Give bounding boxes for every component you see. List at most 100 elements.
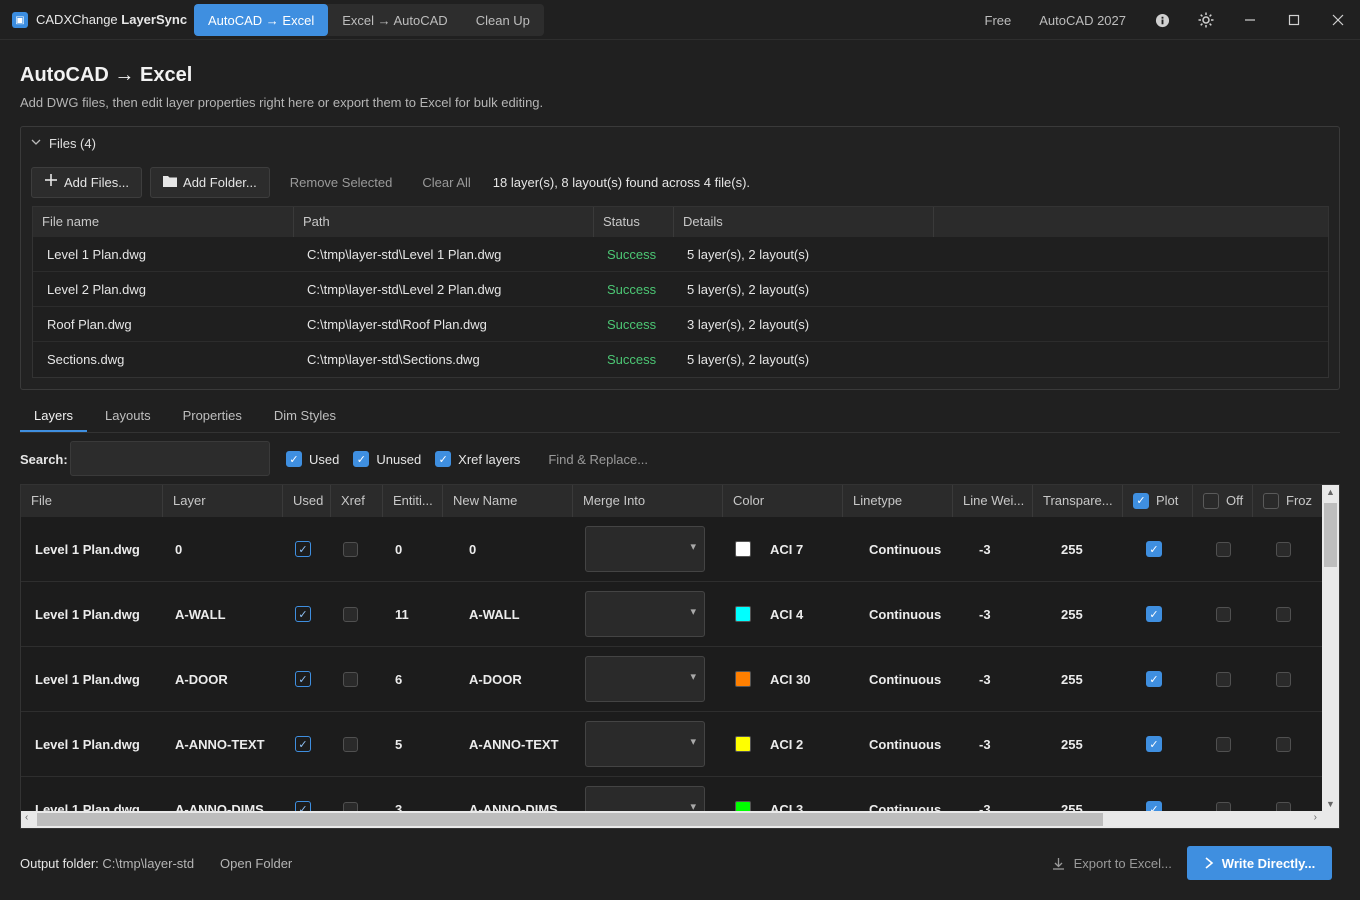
cell-transparency[interactable]: 255: [1033, 542, 1123, 557]
off-checkbox[interactable]: [1193, 736, 1253, 752]
merge-into-dropdown[interactable]: [585, 526, 705, 572]
new-name-input[interactable]: A-WALL: [443, 607, 573, 622]
unused-filter-checkbox[interactable]: ✓ Unused: [353, 451, 421, 467]
column-header-merge-into[interactable]: Merge Into: [573, 485, 723, 517]
new-name-input[interactable]: A-ANNO-DIMS: [443, 802, 573, 812]
scroll-left-icon[interactable]: ‹: [25, 812, 28, 823]
color-cell[interactable]: ACI 7: [723, 541, 843, 557]
table-row[interactable]: Level 1 Plan.dwg A-ANNO-DIMS ✓ 3 A-ANNO-DIMS…: [21, 777, 1323, 811]
column-header-path[interactable]: Path: [294, 207, 594, 237]
tab-layouts[interactable]: Layouts: [87, 402, 169, 432]
column-header-status[interactable]: Status: [594, 207, 674, 237]
off-checkbox[interactable]: [1193, 671, 1253, 687]
frozen-checkbox[interactable]: [1253, 606, 1323, 622]
frozen-checkbox[interactable]: [1253, 736, 1323, 752]
xref-checkbox[interactable]: [331, 736, 383, 752]
checkbox-unchecked-icon[interactable]: [1203, 493, 1219, 509]
color-cell[interactable]: ACI 4: [723, 606, 843, 622]
cell-linetype[interactable]: Continuous: [843, 737, 953, 752]
find-replace-button[interactable]: Find & Replace...: [548, 452, 648, 467]
tab-dim-styles[interactable]: Dim Styles: [256, 402, 354, 432]
export-to-excel-button[interactable]: Export to Excel...: [1052, 856, 1172, 871]
xref-checkbox[interactable]: [331, 671, 383, 687]
frozen-checkbox[interactable]: [1253, 801, 1323, 811]
write-directly-button[interactable]: Write Directly...: [1187, 846, 1332, 880]
cell-lineweight[interactable]: -3: [953, 672, 1033, 687]
off-checkbox[interactable]: [1193, 606, 1253, 622]
maximize-icon[interactable]: [1272, 0, 1316, 40]
used-checkbox[interactable]: ✓: [283, 671, 331, 687]
xref-checkbox[interactable]: [331, 606, 383, 622]
cell-linetype[interactable]: Continuous: [843, 542, 953, 557]
plot-checkbox[interactable]: ✓: [1123, 606, 1193, 622]
mode-tab-excel-to-autocad[interactable]: Excel → AutoCAD: [328, 4, 462, 36]
add-files-button[interactable]: Add Files...: [31, 167, 143, 198]
frozen-checkbox[interactable]: [1253, 541, 1323, 557]
column-header-frozen[interactable]: Froz: [1253, 485, 1323, 517]
mode-tab-autocad-to-excel[interactable]: AutoCAD → Excel: [194, 4, 329, 36]
merge-into-dropdown[interactable]: [585, 591, 705, 637]
used-checkbox[interactable]: ✓: [283, 606, 331, 622]
scroll-down-icon[interactable]: ▼: [1322, 799, 1339, 809]
merge-into-dropdown[interactable]: [585, 656, 705, 702]
checkbox-unchecked-icon[interactable]: [1263, 493, 1279, 509]
color-cell[interactable]: ACI 3: [723, 801, 843, 811]
used-checkbox[interactable]: ✓: [283, 541, 331, 557]
column-header-color[interactable]: Color: [723, 485, 843, 517]
column-header-xref[interactable]: Xref: [331, 485, 383, 517]
column-header-entities[interactable]: Entiti...: [383, 485, 443, 517]
color-cell[interactable]: ACI 30: [723, 671, 843, 687]
column-header-transparency[interactable]: Transpare...: [1033, 485, 1123, 517]
vertical-scroll-thumb[interactable]: [1324, 503, 1337, 567]
cell-linetype[interactable]: Continuous: [843, 607, 953, 622]
plot-checkbox[interactable]: ✓: [1123, 671, 1193, 687]
xref-filter-checkbox[interactable]: ✓ Xref layers: [435, 451, 520, 467]
scroll-right-icon[interactable]: ›: [1314, 812, 1317, 823]
table-row[interactable]: Level 1 Plan.dwg A-WALL ✓ 11 A-WALL ACI 4Cont…: [21, 582, 1323, 647]
open-folder-button[interactable]: Open Folder: [220, 856, 292, 871]
new-name-input[interactable]: 0: [443, 542, 573, 557]
close-icon[interactable]: [1316, 0, 1360, 40]
cell-linetype[interactable]: Continuous: [843, 802, 953, 812]
off-checkbox[interactable]: [1193, 541, 1253, 557]
add-folder-button[interactable]: Add Folder...: [150, 167, 270, 198]
search-input[interactable]: [70, 441, 270, 476]
used-checkbox[interactable]: ✓: [283, 736, 331, 752]
table-row[interactable]: Level 1 Plan.dwg A-DOOR ✓ 6 A-DOOR ACI 30Cont…: [21, 647, 1323, 712]
table-row[interactable]: Roof Plan.dwg C:\tmp\layer-std\Roof Plan…: [33, 307, 1328, 342]
tab-properties[interactable]: Properties: [169, 402, 256, 432]
remove-selected-button[interactable]: Remove Selected: [278, 175, 405, 190]
frozen-checkbox[interactable]: [1253, 671, 1323, 687]
column-header-linetype[interactable]: Linetype: [843, 485, 953, 517]
new-name-input[interactable]: A-ANNO-TEXT: [443, 737, 573, 752]
merge-into-dropdown[interactable]: [585, 721, 705, 767]
cell-lineweight[interactable]: -3: [953, 542, 1033, 557]
column-header-used[interactable]: Used: [283, 485, 331, 517]
plot-checkbox[interactable]: ✓: [1123, 736, 1193, 752]
xref-checkbox[interactable]: [331, 541, 383, 557]
cell-lineweight[interactable]: -3: [953, 607, 1033, 622]
cell-lineweight[interactable]: -3: [953, 802, 1033, 812]
table-row[interactable]: Level 1 Plan.dwg 0 ✓ 0 0 ACI 7Continuous-3255…: [21, 517, 1323, 582]
minimize-icon[interactable]: [1228, 0, 1272, 40]
cell-linetype[interactable]: Continuous: [843, 672, 953, 687]
cell-transparency[interactable]: 255: [1033, 607, 1123, 622]
column-header-new-name[interactable]: New Name: [443, 485, 573, 517]
scroll-up-icon[interactable]: ▲: [1322, 487, 1339, 497]
cell-lineweight[interactable]: -3: [953, 737, 1033, 752]
table-row[interactable]: Level 1 Plan.dwg C:\tmp\layer-std\Level …: [33, 237, 1328, 272]
plot-checkbox[interactable]: ✓: [1123, 801, 1193, 811]
xref-checkbox[interactable]: [331, 801, 383, 811]
mode-tab-clean-up[interactable]: Clean Up: [462, 4, 544, 36]
column-header-file[interactable]: File: [21, 485, 163, 517]
cell-transparency[interactable]: 255: [1033, 737, 1123, 752]
sun-icon[interactable]: [1184, 0, 1228, 40]
cell-transparency[interactable]: 255: [1033, 802, 1123, 812]
used-checkbox[interactable]: ✓: [283, 801, 331, 811]
column-header-file-name[interactable]: File name: [33, 207, 294, 237]
table-row[interactable]: Sections.dwg C:\tmp\layer-std\Sections.d…: [33, 342, 1328, 377]
horizontal-scroll-thumb[interactable]: [37, 813, 1103, 826]
column-header-details[interactable]: Details: [674, 207, 934, 237]
vertical-scrollbar[interactable]: ▲ ▼: [1322, 485, 1339, 811]
checkbox-checked-icon[interactable]: ✓: [1133, 493, 1149, 509]
